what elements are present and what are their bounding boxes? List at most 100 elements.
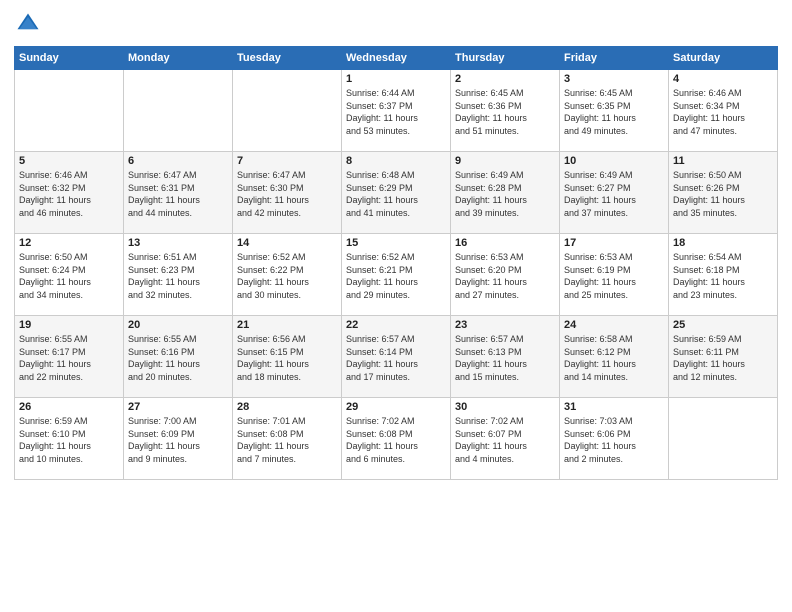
day-number: 9	[455, 155, 555, 167]
calendar-cell	[233, 70, 342, 152]
day-info: Sunrise: 6:53 AM Sunset: 6:20 PM Dayligh…	[455, 252, 527, 300]
day-info: Sunrise: 6:45 AM Sunset: 6:36 PM Dayligh…	[455, 88, 527, 136]
week-row-5: 26Sunrise: 6:59 AM Sunset: 6:10 PM Dayli…	[15, 398, 778, 480]
calendar-cell	[124, 70, 233, 152]
calendar-cell: 31 Sunrise: 7:03 AM Sunset: 6:06 PM Dayli…	[560, 398, 669, 480]
logo-icon	[14, 10, 42, 38]
day-number: 12	[19, 237, 119, 249]
weekday-header-tuesday: Tuesday	[233, 47, 342, 70]
calendar-cell: 24 Sunrise: 6:58 AM Sunset: 6:12 PM Dayli…	[560, 316, 669, 398]
day-info: Sunrise: 6:49 AM Sunset: 6:27 PM Dayligh…	[564, 170, 636, 218]
day-number: 21	[237, 319, 337, 331]
calendar-cell: 23 Sunrise: 6:57 AM Sunset: 6:13 PM Dayli…	[451, 316, 560, 398]
header	[14, 10, 778, 38]
day-info: Sunrise: 6:48 AM Sunset: 6:29 PM Dayligh…	[346, 170, 418, 218]
calendar-cell: 9 Sunrise: 6:49 AM Sunset: 6:28 PM Daylig…	[451, 152, 560, 234]
week-row-3: 12 Sunrise: 6:50 AM Sunset: 6:24 PM Dayli…	[15, 234, 778, 316]
calendar-cell: 19 Sunrise: 6:55 AM Sunset: 6:17 PM Dayli…	[15, 316, 124, 398]
day-number: 1	[346, 73, 446, 85]
calendar-cell: 14 Sunrise: 6:52 AM Sunset: 6:22 PM Dayli…	[233, 234, 342, 316]
calendar-cell: 3Sunrise: 6:45 AM Sunset: 6:35 PM Daylig…	[560, 70, 669, 152]
day-number: 13	[128, 237, 228, 249]
day-number: 14	[237, 237, 337, 249]
weekday-header-saturday: Saturday	[669, 47, 778, 70]
day-info: Sunrise: 7:00 AM Sunset: 6:09 PM Dayligh…	[128, 416, 200, 464]
weekday-header-thursday: Thursday	[451, 47, 560, 70]
day-number: 31	[564, 401, 664, 413]
week-row-4: 19 Sunrise: 6:55 AM Sunset: 6:17 PM Dayli…	[15, 316, 778, 398]
day-number: 24	[564, 319, 664, 331]
day-number: 22	[346, 319, 446, 331]
day-info: Sunrise: 7:02 AM Sunset: 6:07 PM Dayligh…	[455, 416, 527, 464]
calendar-cell: 6 Sunrise: 6:47 AM Sunset: 6:31 PM Daylig…	[124, 152, 233, 234]
day-number: 8	[346, 155, 446, 167]
day-info: Sunrise: 6:56 AM Sunset: 6:15 PM Dayligh…	[237, 334, 309, 382]
calendar-cell	[669, 398, 778, 480]
day-info: Sunrise: 6:50 AM Sunset: 6:24 PM Dayligh…	[19, 252, 91, 300]
day-number: 27	[128, 401, 228, 413]
weekday-header-sunday: Sunday	[15, 47, 124, 70]
calendar-cell: 18 Sunrise: 6:54 AM Sunset: 6:18 PM Dayli…	[669, 234, 778, 316]
day-info: Sunrise: 6:50 AM Sunset: 6:26 PM Dayligh…	[673, 170, 745, 218]
day-info: Sunrise: 6:47 AM Sunset: 6:31 PM Dayligh…	[128, 170, 200, 218]
day-number: 5	[19, 155, 119, 167]
day-info: Sunrise: 6:57 AM Sunset: 6:14 PM Dayligh…	[346, 334, 418, 382]
weekday-header-monday: Monday	[124, 47, 233, 70]
weekday-header-wednesday: Wednesday	[342, 47, 451, 70]
day-number: 10	[564, 155, 664, 167]
day-info: Sunrise: 6:44 AM Sunset: 6:37 PM Dayligh…	[346, 88, 418, 136]
logo	[14, 10, 46, 38]
calendar-cell: 4 Sunrise: 6:46 AM Sunset: 6:34 PM Daylig…	[669, 70, 778, 152]
day-info: Sunrise: 6:53 AM Sunset: 6:19 PM Dayligh…	[564, 252, 636, 300]
calendar-cell: 13 Sunrise: 6:51 AM Sunset: 6:23 PM Dayli…	[124, 234, 233, 316]
calendar-cell: 12 Sunrise: 6:50 AM Sunset: 6:24 PM Dayli…	[15, 234, 124, 316]
day-number: 6	[128, 155, 228, 167]
week-row-1: 1 Sunrise: 6:44 AM Sunset: 6:37 PM Daylig…	[15, 70, 778, 152]
calendar-cell: 20Sunrise: 6:55 AM Sunset: 6:16 PM Dayli…	[124, 316, 233, 398]
day-number: 3	[564, 73, 664, 85]
day-info: Sunrise: 6:51 AM Sunset: 6:23 PM Dayligh…	[128, 252, 200, 300]
day-number: 7	[237, 155, 337, 167]
day-number: 18	[673, 237, 773, 249]
day-number: 29	[346, 401, 446, 413]
day-number: 16	[455, 237, 555, 249]
day-info: Sunrise: 6:57 AM Sunset: 6:13 PM Dayligh…	[455, 334, 527, 382]
day-number: 11	[673, 155, 773, 167]
day-info: Sunrise: 6:55 AM Sunset: 6:17 PM Dayligh…	[19, 334, 91, 382]
calendar-cell: 10 Sunrise: 6:49 AM Sunset: 6:27 PM Dayli…	[560, 152, 669, 234]
day-number: 25	[673, 319, 773, 331]
calendar-cell	[15, 70, 124, 152]
calendar-cell: 5 Sunrise: 6:46 AM Sunset: 6:32 PM Daylig…	[15, 152, 124, 234]
day-info: Sunrise: 6:46 AM Sunset: 6:34 PM Dayligh…	[673, 88, 745, 136]
day-info: Sunrise: 6:54 AM Sunset: 6:18 PM Dayligh…	[673, 252, 745, 300]
day-info: Sunrise: 6:46 AM Sunset: 6:32 PM Dayligh…	[19, 170, 91, 218]
day-info: Sunrise: 6:58 AM Sunset: 6:12 PM Dayligh…	[564, 334, 636, 382]
calendar-cell: 15 Sunrise: 6:52 AM Sunset: 6:21 PM Dayli…	[342, 234, 451, 316]
calendar-cell: 17Sunrise: 6:53 AM Sunset: 6:19 PM Dayli…	[560, 234, 669, 316]
calendar: SundayMondayTuesdayWednesdayThursdayFrid…	[14, 46, 778, 480]
calendar-cell: 7 Sunrise: 6:47 AM Sunset: 6:30 PM Daylig…	[233, 152, 342, 234]
day-number: 15	[346, 237, 446, 249]
day-info: Sunrise: 7:03 AM Sunset: 6:06 PM Dayligh…	[564, 416, 636, 464]
day-info: Sunrise: 6:52 AM Sunset: 6:21 PM Dayligh…	[346, 252, 418, 300]
calendar-cell: 22 Sunrise: 6:57 AM Sunset: 6:14 PM Dayli…	[342, 316, 451, 398]
week-row-2: 5 Sunrise: 6:46 AM Sunset: 6:32 PM Daylig…	[15, 152, 778, 234]
day-info: Sunrise: 6:59 AM Sunset: 6:11 PM Dayligh…	[673, 334, 745, 382]
page: SundayMondayTuesdayWednesdayThursdayFrid…	[0, 0, 792, 612]
day-info: Sunrise: 6:52 AM Sunset: 6:22 PM Dayligh…	[237, 252, 309, 300]
day-number: 26	[19, 401, 119, 413]
calendar-cell: 26Sunrise: 6:59 AM Sunset: 6:10 PM Dayli…	[15, 398, 124, 480]
weekday-header-friday: Friday	[560, 47, 669, 70]
calendar-cell: 21 Sunrise: 6:56 AM Sunset: 6:15 PM Dayli…	[233, 316, 342, 398]
calendar-cell: 25 Sunrise: 6:59 AM Sunset: 6:11 PM Dayli…	[669, 316, 778, 398]
calendar-cell: 28Sunrise: 7:01 AM Sunset: 6:08 PM Dayli…	[233, 398, 342, 480]
calendar-cell: 29 Sunrise: 7:02 AM Sunset: 6:08 PM Dayli…	[342, 398, 451, 480]
day-number: 19	[19, 319, 119, 331]
day-number: 4	[673, 73, 773, 85]
day-info: Sunrise: 6:47 AM Sunset: 6:30 PM Dayligh…	[237, 170, 309, 218]
calendar-cell: 30Sunrise: 7:02 AM Sunset: 6:07 PM Dayli…	[451, 398, 560, 480]
calendar-cell: 2Sunrise: 6:45 AM Sunset: 6:36 PM Daylig…	[451, 70, 560, 152]
day-number: 23	[455, 319, 555, 331]
day-info: Sunrise: 6:49 AM Sunset: 6:28 PM Dayligh…	[455, 170, 527, 218]
day-info: Sunrise: 7:02 AM Sunset: 6:08 PM Dayligh…	[346, 416, 418, 464]
